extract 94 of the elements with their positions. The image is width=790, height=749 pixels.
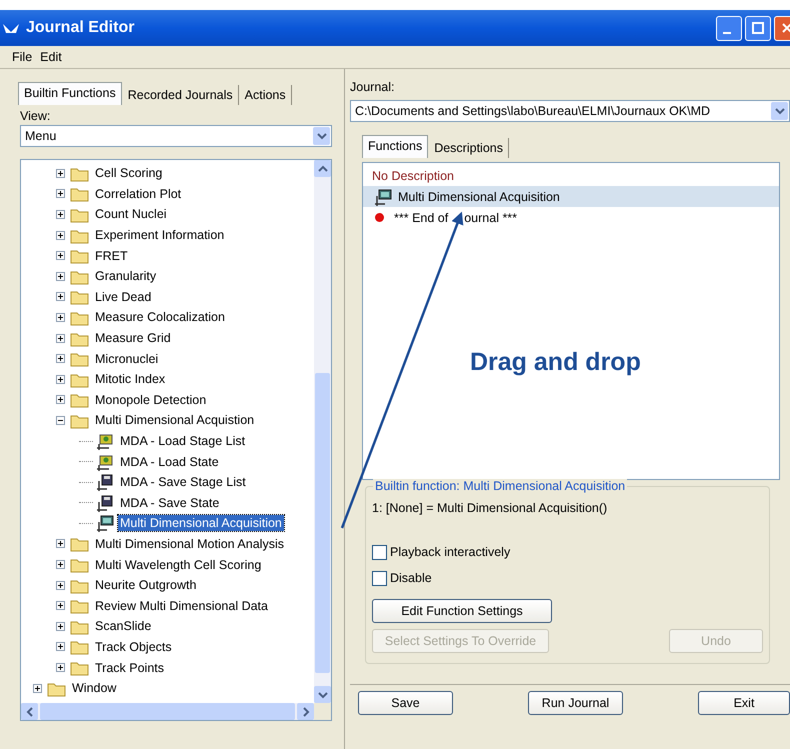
tree-item[interactable]: Window xyxy=(70,680,118,696)
dot-icon xyxy=(375,213,384,222)
expand-toggle-icon[interactable] xyxy=(56,395,65,404)
tree-item[interactable]: Multi Wavelength Cell Scoring xyxy=(93,556,264,573)
expand-toggle-icon[interactable] xyxy=(56,642,65,652)
tree-item[interactable]: Correlation Plot xyxy=(93,186,184,202)
expand-toggle-icon[interactable] xyxy=(56,189,65,198)
minimize-button[interactable] xyxy=(716,16,742,40)
field-label: Journal: xyxy=(350,80,396,96)
expand-toggle-icon[interactable] xyxy=(56,622,65,631)
window-title: Journal Editor xyxy=(26,19,136,37)
annotation-text: Drag and drop xyxy=(470,348,641,377)
function-signature: 1: [None] = Multi Dimensional Acquisition() xyxy=(372,501,608,517)
field-label: View: xyxy=(20,109,52,125)
tree-item[interactable]: MDA - Load Stage List xyxy=(118,433,248,450)
expand-toggle-icon[interactable] xyxy=(56,354,65,364)
expand-toggle-icon[interactable] xyxy=(33,684,42,693)
tree-item[interactable]: Multi Dimensional Acquistion xyxy=(93,412,256,428)
tree-item[interactable]: Experiment Information xyxy=(93,227,226,244)
maximize-button[interactable] xyxy=(745,16,771,40)
tree-item[interactable]: Monopole Detection xyxy=(93,392,208,408)
tree-item[interactable]: Track Objects xyxy=(93,638,174,655)
chevron-left-icon xyxy=(26,706,34,716)
tree-item[interactable]: Multi Dimensional Motion Analysis xyxy=(93,536,286,552)
expand-toggle-icon[interactable] xyxy=(56,663,65,672)
tree-item[interactable]: Cell Scoring xyxy=(93,165,164,182)
journal-item[interactable]: ournal *** xyxy=(464,210,518,224)
tree-item[interactable]: Multi Dimensional Acquisition xyxy=(118,515,284,532)
minimize-icon xyxy=(723,32,731,34)
stage-icon xyxy=(94,452,114,471)
checkbox-label: Playback interactively xyxy=(390,545,510,559)
floppy-icon xyxy=(94,473,114,492)
expand-toggle-icon[interactable] xyxy=(56,272,65,281)
tab[interactable]: Functions xyxy=(362,135,428,158)
stage-icon xyxy=(94,432,114,450)
tree-item[interactable]: Micronuclei xyxy=(93,350,160,367)
button[interactable]: Run Journal xyxy=(528,691,623,715)
button[interactable]: Edit Function Settings xyxy=(372,599,552,623)
checkbox[interactable] xyxy=(372,544,387,560)
expand-toggle-icon[interactable] xyxy=(56,539,65,548)
group-title: Builtin function: Multi Dimensional Acquisition xyxy=(373,479,628,493)
tree-item[interactable]: MDA - Save Stage List xyxy=(118,474,248,490)
tree-item[interactable]: Mitotic Index xyxy=(93,371,168,388)
expand-toggle-icon[interactable] xyxy=(56,580,65,590)
horizontal-scrollbar[interactable] xyxy=(21,703,331,720)
expand-toggle-icon[interactable] xyxy=(56,210,65,219)
expand-toggle-icon[interactable] xyxy=(56,292,65,302)
expand-toggle-icon[interactable] xyxy=(56,230,65,240)
checkbox-label: Disable xyxy=(390,571,432,585)
tree-item[interactable]: Live Dead xyxy=(93,288,154,305)
checkbox[interactable] xyxy=(372,570,387,586)
button[interactable]: Save xyxy=(358,691,453,715)
floppy-icon xyxy=(94,494,114,512)
tree-item[interactable]: Review Multi Dimensional Data xyxy=(93,598,270,614)
menu-item[interactable]: Edit xyxy=(40,50,62,64)
tree-item[interactable]: MDA - Save State xyxy=(118,494,222,511)
chevron-down-icon xyxy=(318,690,328,698)
expand-toggle-icon[interactable] xyxy=(56,312,65,322)
button[interactable]: Exit xyxy=(698,691,790,715)
journal-dropdown[interactable]: C:\Documents and Settings\labo\Bureau\ELMI\Journaux OK\MD xyxy=(350,100,790,122)
tree-item[interactable]: ScanSlide xyxy=(93,618,154,634)
chevron-up-icon xyxy=(318,164,328,172)
chevron-right-icon xyxy=(302,706,310,716)
expand-toggle-icon[interactable] xyxy=(56,416,65,425)
tab[interactable]: Recorded Journals xyxy=(122,85,239,105)
expand-toggle-icon[interactable] xyxy=(56,334,65,343)
vertical-scrollbar[interactable] xyxy=(314,160,331,703)
monitor-icon xyxy=(372,188,392,206)
journal-description: No Description xyxy=(372,168,454,182)
chevron-down-icon xyxy=(316,132,326,140)
tree-item[interactable]: Neurite Outgrowth xyxy=(93,577,198,594)
menu-item[interactable]: File xyxy=(12,50,32,64)
scrollbar-corner xyxy=(314,703,331,720)
tab[interactable]: Actions xyxy=(238,85,292,105)
expand-toggle-icon[interactable] xyxy=(56,601,65,610)
chevron-down-icon xyxy=(774,107,784,115)
expand-toggle-icon[interactable] xyxy=(56,374,65,384)
app-logo-icon xyxy=(2,21,20,35)
view-dropdown[interactable]: Menu xyxy=(20,125,332,147)
monitor-icon xyxy=(94,514,114,532)
tree-item[interactable]: Track Points xyxy=(93,660,166,676)
tree-item[interactable]: Granularity xyxy=(93,268,158,284)
expand-toggle-icon[interactable] xyxy=(56,560,65,570)
journal-item[interactable]: *** End of xyxy=(394,210,448,224)
tree-item[interactable]: Measure Colocalization xyxy=(93,309,227,326)
expand-toggle-icon[interactable] xyxy=(56,168,65,178)
expand-toggle-icon[interactable] xyxy=(56,251,65,260)
tree-item[interactable]: MDA - Load State xyxy=(118,454,221,470)
tab[interactable]: Builtin Functions xyxy=(18,82,122,105)
maximize-icon xyxy=(751,21,765,35)
close-icon xyxy=(780,21,790,35)
tree-item[interactable]: Count Nuclei xyxy=(93,206,169,222)
tree-item[interactable]: Measure Grid xyxy=(93,330,173,346)
tree-item[interactable]: FRET xyxy=(93,248,130,264)
